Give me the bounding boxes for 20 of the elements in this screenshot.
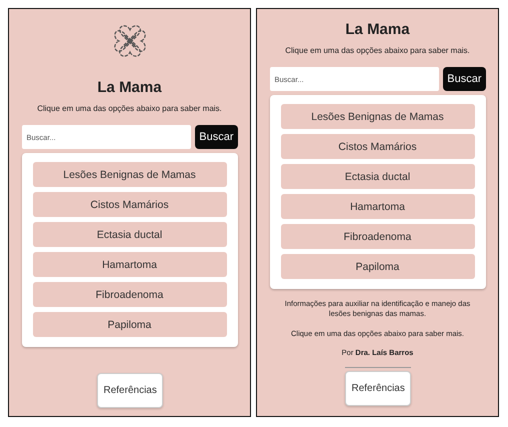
option-button[interactable]: Lesões Benignas de Mamas bbox=[32, 162, 226, 187]
option-button[interactable]: Hamartoma bbox=[32, 252, 226, 277]
option-button[interactable]: Lesões Benignas de Mamas bbox=[280, 104, 474, 129]
references-button[interactable]: Referências bbox=[96, 373, 162, 408]
option-button[interactable]: Fibroadenoma bbox=[280, 224, 474, 249]
option-button[interactable]: Hamartoma bbox=[280, 194, 474, 219]
references-button[interactable]: Referências bbox=[344, 370, 410, 406]
instruction-text: Clique em uma das opções abaixo para saber mais. bbox=[37, 104, 222, 113]
option-button[interactable]: Cistos Mamários bbox=[280, 134, 474, 159]
app-title: La Mama bbox=[345, 21, 410, 38]
option-button[interactable]: Cistos Mamários bbox=[32, 192, 226, 217]
option-button[interactable]: Fibroadenoma bbox=[32, 282, 226, 307]
search-button[interactable]: Buscar bbox=[443, 67, 486, 91]
instruction-text: Clique em uma das opções abaixo para saber mais. bbox=[285, 46, 470, 55]
option-button[interactable]: Ectasia ductal bbox=[280, 164, 474, 189]
option-button[interactable]: Papiloma bbox=[280, 254, 474, 279]
app-title: La Mama bbox=[97, 79, 162, 96]
option-button[interactable]: Papiloma bbox=[32, 312, 226, 337]
option-button[interactable]: Ectasia ductal bbox=[32, 222, 226, 247]
search-button[interactable]: Buscar bbox=[195, 125, 238, 149]
